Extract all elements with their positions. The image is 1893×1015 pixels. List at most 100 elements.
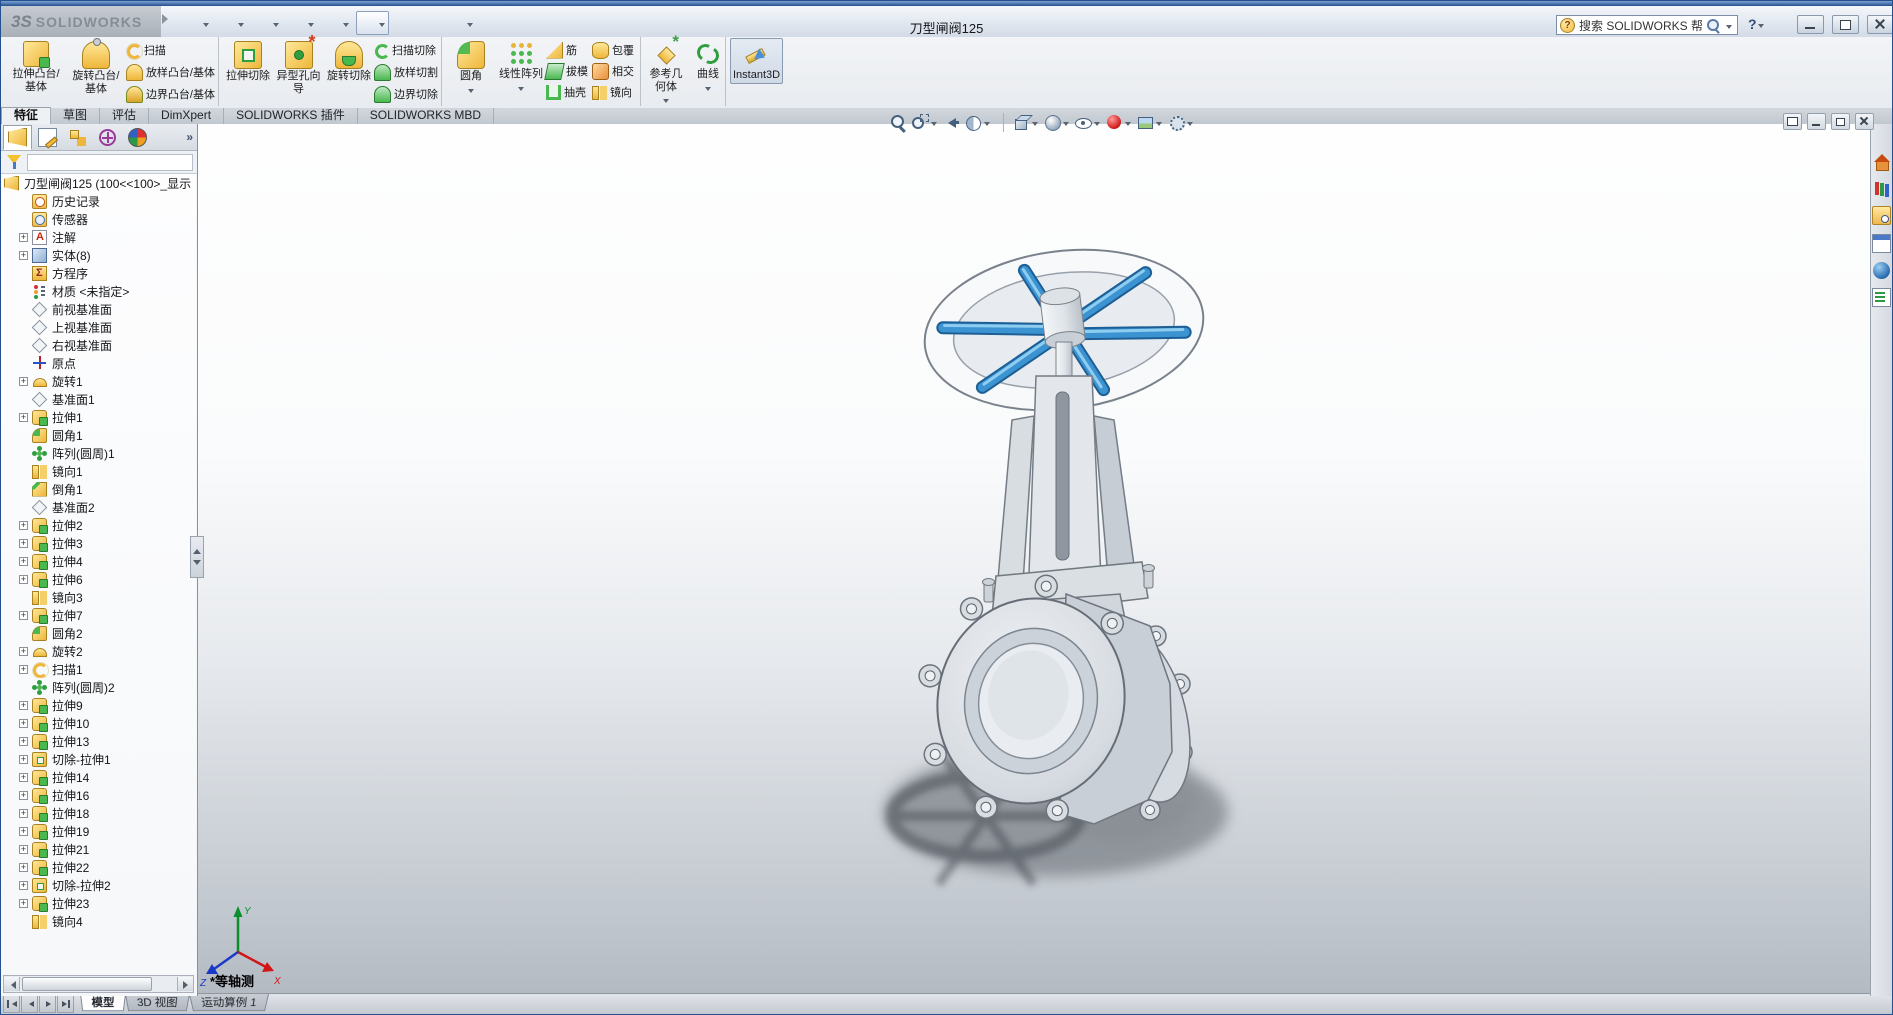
feature-tree-item[interactable]: 拉伸6 bbox=[1, 570, 196, 588]
dropdown-caret-icon[interactable] bbox=[379, 22, 385, 30]
ribbon-button[interactable]: 参考几何体 bbox=[645, 32, 687, 107]
tree-horizontal-scrollbar[interactable] bbox=[3, 975, 194, 993]
minimize-button[interactable] bbox=[1797, 15, 1824, 34]
feature-tree-item[interactable]: 基准面2 bbox=[1, 498, 196, 516]
expand-toggle-icon[interactable] bbox=[19, 880, 28, 890]
view-tool-button[interactable] bbox=[1043, 113, 1071, 132]
dropdown-caret-icon[interactable] bbox=[704, 86, 711, 94]
expand-toggle-icon[interactable] bbox=[19, 844, 28, 854]
dropdown-caret-icon[interactable] bbox=[517, 86, 524, 94]
view-tool-button[interactable] bbox=[911, 113, 939, 132]
feature-tree-item[interactable]: 传感器 bbox=[1, 210, 196, 228]
scroll-left-icon[interactable] bbox=[4, 977, 20, 991]
ribbon-button[interactable]: 拉伸凸台/基体 bbox=[6, 38, 66, 96]
feature-tree-item[interactable]: 镜向1 bbox=[1, 462, 196, 480]
view-tool-button[interactable] bbox=[1105, 113, 1133, 132]
expand-toggle-icon[interactable] bbox=[19, 376, 28, 386]
panel-tab[interactable] bbox=[123, 125, 152, 150]
help-button[interactable]: ? bbox=[1748, 16, 1766, 32]
ribbon-button[interactable]: 曲线 bbox=[687, 38, 729, 107]
filter-input[interactable] bbox=[27, 153, 193, 171]
expand-toggle-icon[interactable] bbox=[19, 574, 28, 584]
ribbon-button[interactable]: 旋转切除 bbox=[324, 38, 374, 96]
feature-tree-item[interactable]: 拉伸13 bbox=[1, 732, 196, 750]
feature-tree-item[interactable]: 切除-拉伸2 bbox=[1, 876, 196, 894]
panel-tab[interactable] bbox=[33, 125, 62, 150]
menu-toolbar-button[interactable] bbox=[251, 12, 282, 34]
task-pane-tab[interactable] bbox=[1873, 154, 1890, 171]
scrollbar-thumb[interactable] bbox=[22, 977, 152, 991]
feature-tree-item[interactable]: 方程序 bbox=[1, 264, 196, 282]
feature-tree-item[interactable]: 拉伸22 bbox=[1, 858, 196, 876]
feature-tree-item[interactable]: 旋转1 bbox=[1, 372, 196, 390]
document-tab[interactable]: 模型 bbox=[80, 994, 127, 1012]
dropdown-caret-icon[interactable] bbox=[931, 122, 937, 129]
command-tab[interactable]: 特征 bbox=[1, 107, 52, 124]
feature-tree-item[interactable]: 基准面1 bbox=[1, 390, 196, 408]
menu-toolbar-button[interactable] bbox=[286, 12, 317, 34]
feature-tree-item[interactable]: 拉伸14 bbox=[1, 768, 196, 786]
feature-tree-item[interactable]: 切除-拉伸1 bbox=[1, 750, 196, 768]
feature-tree-item[interactable]: 拉伸9 bbox=[1, 696, 196, 714]
dropdown-caret-icon[interactable] bbox=[1032, 122, 1038, 129]
dropdown-caret-icon[interactable] bbox=[1156, 122, 1162, 129]
feature-tree-item[interactable]: 阵列(圆周)1 bbox=[1, 444, 196, 462]
doc-minimize-button[interactable] bbox=[1807, 113, 1826, 130]
ribbon-button[interactable]: 线性阵列 bbox=[496, 38, 546, 97]
feature-tree-item[interactable]: 拉伸16 bbox=[1, 786, 196, 804]
dropdown-caret-icon[interactable] bbox=[273, 22, 279, 30]
help-caret-icon[interactable] bbox=[1757, 23, 1764, 31]
feature-tree-item[interactable]: 注解 bbox=[1, 228, 196, 246]
dropdown-caret-icon[interactable] bbox=[984, 122, 990, 129]
view-tool-button[interactable] bbox=[889, 113, 908, 132]
feature-tree-item[interactable]: 旋转2 bbox=[1, 642, 196, 660]
ribbon-small-button[interactable]: 边界切除 bbox=[374, 84, 438, 104]
last-tab-icon[interactable] bbox=[57, 995, 74, 1013]
dropdown-caret-icon[interactable] bbox=[467, 22, 473, 30]
document-tab[interactable]: 运动算例 1 bbox=[188, 994, 269, 1012]
dropdown-caret-icon[interactable] bbox=[1063, 122, 1069, 129]
filter-icon[interactable] bbox=[5, 153, 23, 171]
menu-toolbar-button[interactable] bbox=[419, 12, 441, 34]
ribbon-small-button[interactable]: 放样凸台/基体 bbox=[125, 62, 215, 82]
feature-tree-root[interactable]: 刀型闸阀125 (100<<100>_显示 bbox=[1, 174, 196, 192]
command-tab[interactable]: SOLIDWORKS MBD bbox=[358, 108, 495, 124]
ribbon-small-button[interactable]: 边界凸台/基体 bbox=[125, 84, 215, 104]
expand-toggle-icon[interactable] bbox=[19, 754, 28, 764]
expand-toggle-icon[interactable] bbox=[19, 700, 28, 710]
search-box[interactable]: ? 搜索 SOLIDWORKS 帮助 bbox=[1556, 15, 1738, 35]
ribbon-small-button[interactable]: 相交 bbox=[592, 61, 634, 81]
view-tool-button[interactable] bbox=[942, 113, 961, 132]
expand-toggle-icon[interactable] bbox=[19, 664, 28, 674]
task-pane-tab[interactable] bbox=[1872, 288, 1891, 307]
feature-tree-item[interactable]: 拉伸4 bbox=[1, 552, 196, 570]
expand-toggle-icon[interactable] bbox=[19, 520, 28, 530]
ribbon-button[interactable]: 拉伸切除 bbox=[223, 38, 273, 96]
feature-tree-item[interactable]: 镜向3 bbox=[1, 588, 196, 606]
task-pane-tab[interactable] bbox=[1873, 262, 1890, 279]
feature-tree-item[interactable]: 拉伸21 bbox=[1, 840, 196, 858]
view-tool-button[interactable] bbox=[1136, 113, 1164, 132]
feature-tree-item[interactable]: 拉伸7 bbox=[1, 606, 196, 624]
ribbon-small-button[interactable]: 拔模 bbox=[544, 61, 588, 81]
doc-tile-button[interactable] bbox=[1783, 113, 1802, 130]
menu-toolbar-button[interactable] bbox=[393, 12, 415, 34]
feature-tree-item[interactable]: 历史记录 bbox=[1, 192, 196, 210]
view-tool-button[interactable] bbox=[1167, 113, 1195, 132]
feature-tree-item[interactable]: 圆角1 bbox=[1, 426, 196, 444]
graphics-viewport[interactable]: Y X Z *等轴测 bbox=[198, 124, 1872, 996]
expand-toggle-icon[interactable] bbox=[19, 790, 28, 800]
feature-tree-item[interactable]: 原点 bbox=[1, 354, 196, 372]
expand-toggle-icon[interactable] bbox=[19, 826, 28, 836]
dropdown-caret-icon[interactable] bbox=[343, 22, 349, 30]
panel-tab[interactable] bbox=[63, 125, 92, 150]
feature-tree-item[interactable]: 镜向4 bbox=[1, 912, 196, 930]
dropdown-caret-icon[interactable] bbox=[308, 22, 314, 30]
view-tool-button[interactable] bbox=[964, 113, 992, 132]
menu-toolbar-button[interactable] bbox=[445, 12, 476, 34]
task-pane-tab[interactable] bbox=[1873, 180, 1890, 197]
command-tab[interactable]: 评估 bbox=[100, 108, 150, 124]
ribbon-button[interactable]: 异型孔向导 bbox=[273, 32, 324, 96]
feature-tree-item[interactable]: 拉伸18 bbox=[1, 804, 196, 822]
ribbon-small-button[interactable]: 放样切割 bbox=[374, 62, 438, 82]
